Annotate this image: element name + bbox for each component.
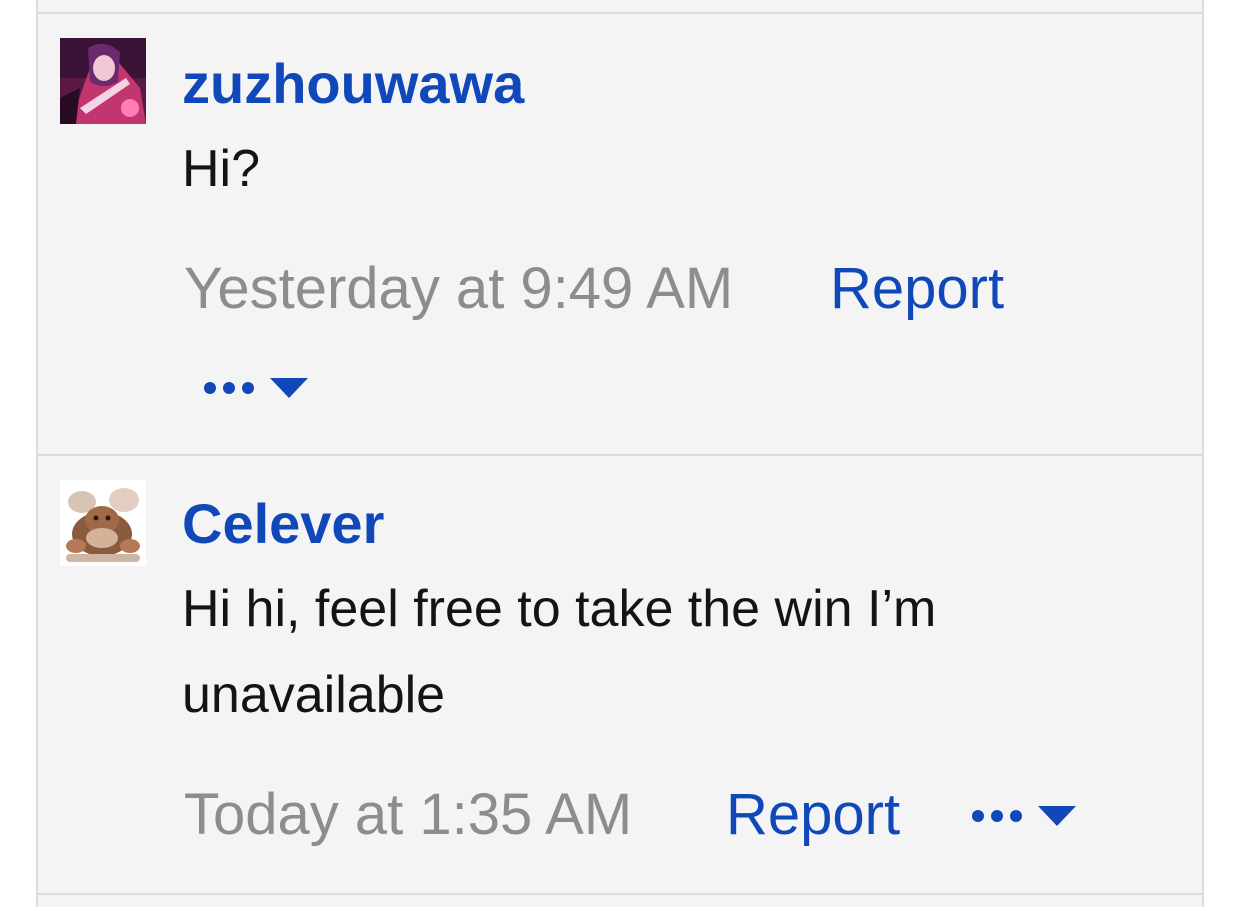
divider-bottom xyxy=(38,893,1202,895)
divider-between-comments xyxy=(38,454,1202,456)
comment-message: Hi hi, feel free to take the win I’m una… xyxy=(182,566,936,738)
ellipsis-icon xyxy=(972,810,1022,822)
comment-timestamp[interactable]: Today at 1:35 AM xyxy=(184,786,632,844)
bear-cartoon-avatar-icon xyxy=(60,480,146,566)
comment-thread: zuzhouwawa Hi? Yesterday at 9:49 AM Repo… xyxy=(36,0,1204,907)
comment-message: Hi? xyxy=(182,126,260,212)
user-avatar-celever[interactable] xyxy=(60,480,146,566)
message-line: Hi hi, feel free to take the win I’m xyxy=(182,580,937,638)
comment-timestamp[interactable]: Yesterday at 9:49 AM xyxy=(184,260,733,318)
ellipsis-icon xyxy=(204,382,254,394)
report-link[interactable]: Report xyxy=(830,260,1004,318)
username-link[interactable]: zuzhouwawa xyxy=(182,56,524,112)
username-link[interactable]: Celever xyxy=(182,496,384,552)
chevron-down-icon xyxy=(1038,806,1076,826)
chevron-down-icon xyxy=(270,378,308,398)
user-avatar-zuzhouwawa[interactable] xyxy=(60,38,146,124)
anime-character-avatar-icon xyxy=(60,38,146,124)
message-line: Hi? xyxy=(182,140,261,198)
message-line: unavailable xyxy=(182,666,446,724)
divider-top xyxy=(38,12,1202,14)
report-link[interactable]: Report xyxy=(726,786,900,844)
more-options-button[interactable] xyxy=(972,806,1076,826)
more-options-button[interactable] xyxy=(204,378,308,398)
